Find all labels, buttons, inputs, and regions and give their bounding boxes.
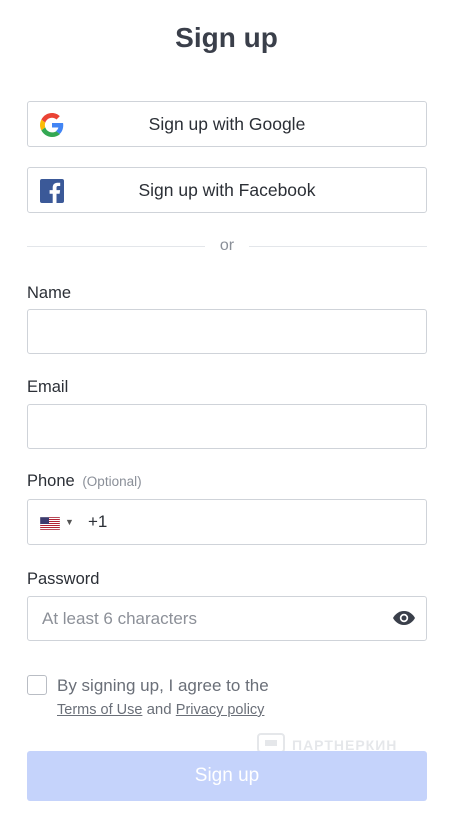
facebook-icon [40,179,64,203]
google-icon [40,113,64,137]
facebook-signup-button[interactable]: Sign up with Facebook [27,167,427,213]
phone-label-group: Phone (Optional) [27,472,142,491]
privacy-policy-link[interactable]: Privacy policy [176,702,265,718]
agree-text: By signing up, I agree to the [57,676,269,695]
agree-links: Terms of Use and Privacy policy [57,701,264,718]
password-label: Password [27,570,100,588]
phone-input[interactable] [110,501,410,543]
country-code-select[interactable]: ▼ [40,514,76,532]
eye-icon[interactable] [392,608,416,628]
phone-optional-hint: (Optional) [82,474,142,489]
or-divider: or [27,237,427,257]
chevron-down-icon: ▼ [65,517,74,527]
divider-line-right [249,246,427,247]
terms-of-use-link[interactable]: Terms of Use [57,702,142,718]
us-flag-icon [40,517,60,530]
google-signup-label: Sign up with Google [148,113,306,134]
email-input[interactable] [27,404,427,449]
agree-and-text: and [146,701,172,718]
facebook-signup-label: Sign up with Facebook [138,179,316,200]
password-input[interactable] [27,596,427,641]
phone-label: Phone [27,472,75,490]
page-title: Sign up [175,22,278,53]
email-label: Email [27,378,69,396]
google-signup-button[interactable]: Sign up with Google [27,101,427,147]
agree-checkbox[interactable] [27,675,47,695]
name-label: Name [27,284,72,302]
phone-field: ▼ +1 [27,499,427,545]
phone-dial-code: +1 [88,512,108,531]
name-input[interactable] [27,309,427,354]
signup-submit-button[interactable]: Sign up [27,751,427,801]
